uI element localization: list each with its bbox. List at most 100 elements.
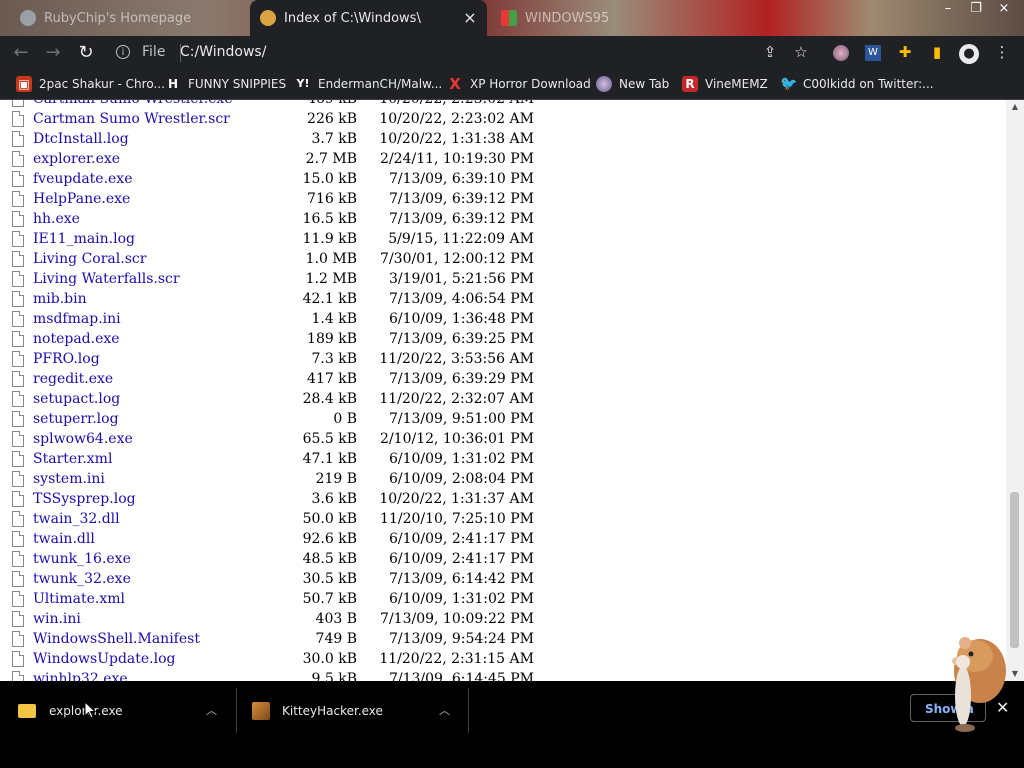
menu-kebab-icon[interactable]: ⋮ xyxy=(992,42,1012,62)
file-size: 3.7 kB xyxy=(311,131,358,147)
close-tab-icon[interactable]: × xyxy=(463,10,477,26)
file-link[interactable]: win.ini xyxy=(33,611,81,627)
file-link[interactable]: system.ini xyxy=(33,471,105,487)
bookmark-new-tab[interactable]: New Tab xyxy=(596,75,669,93)
file-link[interactable]: splwow64.exe xyxy=(33,431,133,447)
folder-icon xyxy=(18,703,36,718)
file-date: 7/30/01, 12:00:12 PM xyxy=(380,251,534,267)
file-size: 1.4 kB xyxy=(311,311,358,327)
browser-toolbar: ← → ↻ i File C:/Windows/ ⇪ ☆ W ✚ ▮ ● ⋮ xyxy=(0,36,1024,69)
file-row: hh.exe 16.5 kB 7/13/09, 6:39:12 PM xyxy=(0,210,1006,230)
chevron-up-icon[interactable]: ︿ xyxy=(439,702,450,718)
file-link[interactable]: msdfmap.ini xyxy=(33,311,121,327)
bookmark-endermanch[interactable]: Y! EndermanCH/Malw... xyxy=(295,75,443,93)
bookmark-vinememz[interactable]: R VineMEMZ xyxy=(682,75,768,93)
reload-button[interactable]: ↻ xyxy=(73,40,99,66)
side-panel-icon[interactable]: ▮ xyxy=(927,42,947,62)
file-row: splwow64.exe 65.5 kB 2/10/12, 10:36:01 PM xyxy=(0,430,1006,450)
file-link[interactable]: PFRO.log xyxy=(33,351,100,367)
tab-index-of-windows[interactable]: Index of C:\Windows\ × xyxy=(250,0,487,36)
bookmark-2pac[interactable]: ▣ 2pac Shakur - Chro... xyxy=(16,75,165,93)
tab-title: RubyChip's Homepage xyxy=(44,10,192,26)
file-row: fveupdate.exe 15.0 kB 7/13/09, 6:39:10 PM xyxy=(0,170,1006,190)
twitter-icon: 🐦 xyxy=(780,76,798,92)
file-link[interactable]: notepad.exe xyxy=(33,331,120,347)
file-link[interactable]: Living Waterfalls.scr xyxy=(33,271,180,287)
back-button[interactable]: ← xyxy=(8,40,34,66)
download-item[interactable]: explorer.exe xyxy=(18,688,228,733)
file-icon xyxy=(12,231,24,247)
scrollbar-thumb[interactable] xyxy=(1010,492,1019,648)
file-icon xyxy=(12,351,24,367)
file-link[interactable]: Cartman Sumo Wrestler.exe xyxy=(33,100,233,107)
file-row: TSSysprep.log 3.6 kB 10/20/22, 1:31:37 AM xyxy=(0,490,1006,510)
file-icon xyxy=(12,391,24,407)
file-link[interactable]: winhlp32.exe xyxy=(33,671,128,681)
file-size: 403 B xyxy=(315,611,357,627)
file-link[interactable]: WindowsUpdate.log xyxy=(33,651,176,667)
file-size: 189 kB xyxy=(307,331,357,347)
bookmark-star-icon[interactable]: ☆ xyxy=(791,42,811,62)
file-link[interactable]: setuperr.log xyxy=(33,411,119,427)
tab-strip: RubyChip's Homepage Index of C:\Windows\… xyxy=(0,0,1024,36)
extension-word-icon[interactable]: W xyxy=(863,42,883,62)
file-icon xyxy=(12,431,24,447)
bookmark-c00lkidd[interactable]: 🐦 C00lkidd on Twitter:... xyxy=(780,75,934,93)
scroll-up-arrow-icon[interactable]: ▲ xyxy=(1006,100,1024,114)
file-size: 47.1 kB xyxy=(302,451,357,467)
file-link[interactable]: Starter.xml xyxy=(33,451,112,467)
extensions-puzzle-icon[interactable]: ✚ xyxy=(895,42,915,62)
file-link[interactable]: Living Coral.scr xyxy=(33,251,146,267)
file-link[interactable]: WindowsShell.Manifest xyxy=(33,631,200,647)
download-item[interactable]: KitteyHacker.exe xyxy=(252,688,452,733)
file-link[interactable]: setupact.log xyxy=(33,391,120,407)
file-link[interactable]: explorer.exe xyxy=(33,151,120,167)
file-date: 7/13/09, 6:39:29 PM xyxy=(388,371,534,387)
tab-rubychip[interactable]: RubyChip's Homepage xyxy=(10,0,248,36)
close-window-button[interactable]: × xyxy=(990,0,1018,20)
file-date: 6/10/09, 1:31:02 PM xyxy=(388,591,534,607)
download-filename: KitteyHacker.exe xyxy=(282,703,383,718)
maximize-button[interactable]: ❐ xyxy=(962,0,990,20)
file-link[interactable]: twunk_16.exe xyxy=(33,551,131,567)
file-row: notepad.exe 189 kB 7/13/09, 6:39:25 PM xyxy=(0,330,1006,350)
share-icon[interactable]: ⇪ xyxy=(760,42,780,62)
favicon-icon xyxy=(260,10,276,26)
file-listing: Cartman Sumo Wrestler.exe 469 kB 10/20/22,… xyxy=(0,100,1006,681)
bookmark-label: VineMEMZ xyxy=(705,77,768,91)
file-link[interactable]: DtcInstall.log xyxy=(33,131,129,147)
file-date: 7/13/09, 10:09:22 PM xyxy=(380,611,534,627)
file-icon xyxy=(12,671,24,681)
file-link[interactable]: hh.exe xyxy=(33,211,80,227)
bookmark-funny-snippies[interactable]: H FUNNY SNIPPIES xyxy=(165,75,286,93)
file-link[interactable]: twunk_32.exe xyxy=(33,571,131,587)
bookmark-xp-horror[interactable]: X XP Horror Download xyxy=(447,75,591,93)
file-link[interactable]: twain.dll xyxy=(33,531,95,547)
file-link[interactable]: IE11_main.log xyxy=(33,231,135,247)
file-link[interactable]: mib.bin xyxy=(33,291,87,307)
file-size: 92.6 kB xyxy=(302,531,357,547)
file-link[interactable]: Ultimate.xml xyxy=(33,591,125,607)
file-link[interactable]: twain_32.dll xyxy=(33,511,120,527)
info-icon[interactable]: i xyxy=(116,45,130,59)
file-row: setupact.log 28.4 kB 11/20/22, 2:32:07 AM xyxy=(0,390,1006,410)
x-icon: X xyxy=(449,75,461,93)
vertical-scrollbar[interactable]: ▲ ▼ xyxy=(1006,100,1024,681)
file-link[interactable]: Cartman Sumo Wrestler.scr xyxy=(33,111,230,127)
bookmark-label: 2pac Shakur - Chro... xyxy=(39,77,165,91)
hamster-mascot[interactable] xyxy=(935,616,1010,736)
address-bar[interactable]: i File C:/Windows/ xyxy=(110,39,830,67)
tab-windows95[interactable]: WINDOWS95 xyxy=(495,0,695,36)
chevron-up-icon[interactable]: ︿ xyxy=(206,702,217,718)
file-size: 30.5 kB xyxy=(302,571,357,587)
profile-avatar-icon[interactable]: ● xyxy=(959,42,979,64)
bookmark-label: New Tab xyxy=(619,77,670,91)
forward-button[interactable]: → xyxy=(40,40,66,66)
file-link[interactable]: regedit.exe xyxy=(33,371,113,387)
file-size: 30.0 kB xyxy=(302,651,357,667)
file-link[interactable]: TSSysprep.log xyxy=(33,491,136,507)
file-link[interactable]: HelpPane.exe xyxy=(33,191,130,207)
extension-globe-icon[interactable] xyxy=(831,42,851,62)
minimize-button[interactable]: – xyxy=(934,0,962,20)
file-link[interactable]: fveupdate.exe xyxy=(33,171,133,187)
